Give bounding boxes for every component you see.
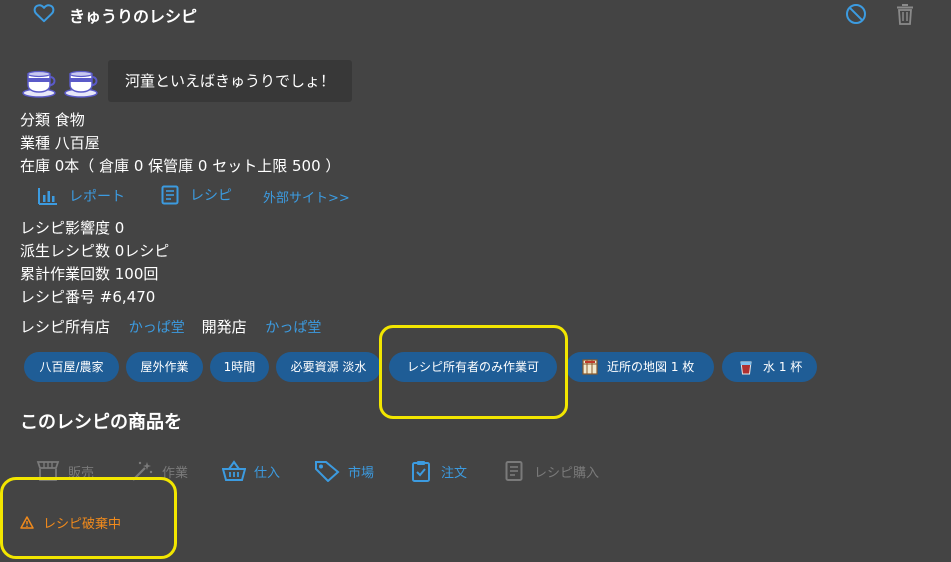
owner-label: レシピ所有店 (20, 318, 111, 336)
recipe-link[interactable]: レシピ (161, 185, 232, 205)
basket-icon (222, 460, 246, 482)
market-label: 市場 (348, 465, 375, 481)
recipe-book-icon (505, 460, 523, 482)
influence-text: レシピ影響度 0 (20, 219, 125, 237)
favorite-heart-icon[interactable] (33, 3, 55, 23)
bar-chart-icon (38, 187, 58, 205)
tag-pill: 水 1 杯 (722, 352, 817, 382)
teacup-icon (22, 68, 58, 98)
map-icon (582, 359, 598, 375)
business-text: 業種 八百屋 (20, 134, 100, 152)
clipboard-icon (411, 460, 431, 482)
tag-pill: 必要資源 淡水 (276, 352, 381, 382)
book-icon (161, 185, 179, 205)
prohibit-icon[interactable] (845, 3, 867, 25)
tag-pill: 八百屋/農家 (24, 352, 119, 382)
developer-shop-link[interactable]: かっぱ堂 (265, 320, 321, 336)
developer-label: 開発店 (201, 318, 247, 336)
market-button[interactable]: 市場 (314, 459, 374, 483)
recipe-label: レシピ (190, 188, 232, 204)
order-label: 注文 (441, 465, 468, 481)
highlight-box (0, 477, 177, 559)
buy-recipe-button[interactable]: レシピ購入 (505, 459, 599, 483)
purchase-label: 仕入 (254, 465, 281, 481)
tag-icon (314, 460, 340, 482)
purchase-button[interactable]: 仕入 (222, 459, 280, 483)
stock-text: 在庫 0本（ 倉庫 0 保管庫 0 セット上限 500 ） (20, 157, 341, 175)
trash-icon[interactable] (895, 3, 915, 25)
derived-count-text: 派生レシピ数 0レシピ (20, 242, 170, 260)
page-title: きゅうりのレシピ (69, 7, 198, 26)
report-link[interactable]: レポート (38, 186, 125, 206)
report-label: レポート (69, 189, 125, 205)
recipe-number-text: レシピ番号 #6,470 (20, 288, 156, 306)
total-work-text: 累計作業回数 100回 (20, 265, 159, 283)
order-button[interactable]: 注文 (411, 459, 467, 483)
tag-pill: 1時間 (210, 352, 269, 382)
highlight-box (379, 325, 568, 419)
external-site-link[interactable]: 外部サイト>> (263, 187, 350, 206)
section-title: このレシピの商品を (20, 412, 182, 433)
owner-shop-link[interactable]: かっぱ堂 (129, 320, 185, 336)
tag-pill: 近所の地図 1 枚 (566, 352, 714, 382)
speech-bubble: 河童といえばきゅうりでしょ！ (108, 60, 352, 102)
tag-pill: 屋外作業 (126, 352, 203, 382)
buy-recipe-label: レシピ購入 (534, 465, 600, 481)
teacup-icon (64, 68, 100, 98)
category-text: 分類 食物 (20, 111, 85, 129)
owner-row: レシピ所有店 かっぱ堂 開発店 かっぱ堂 (20, 316, 321, 337)
water-cup-icon (738, 359, 754, 375)
